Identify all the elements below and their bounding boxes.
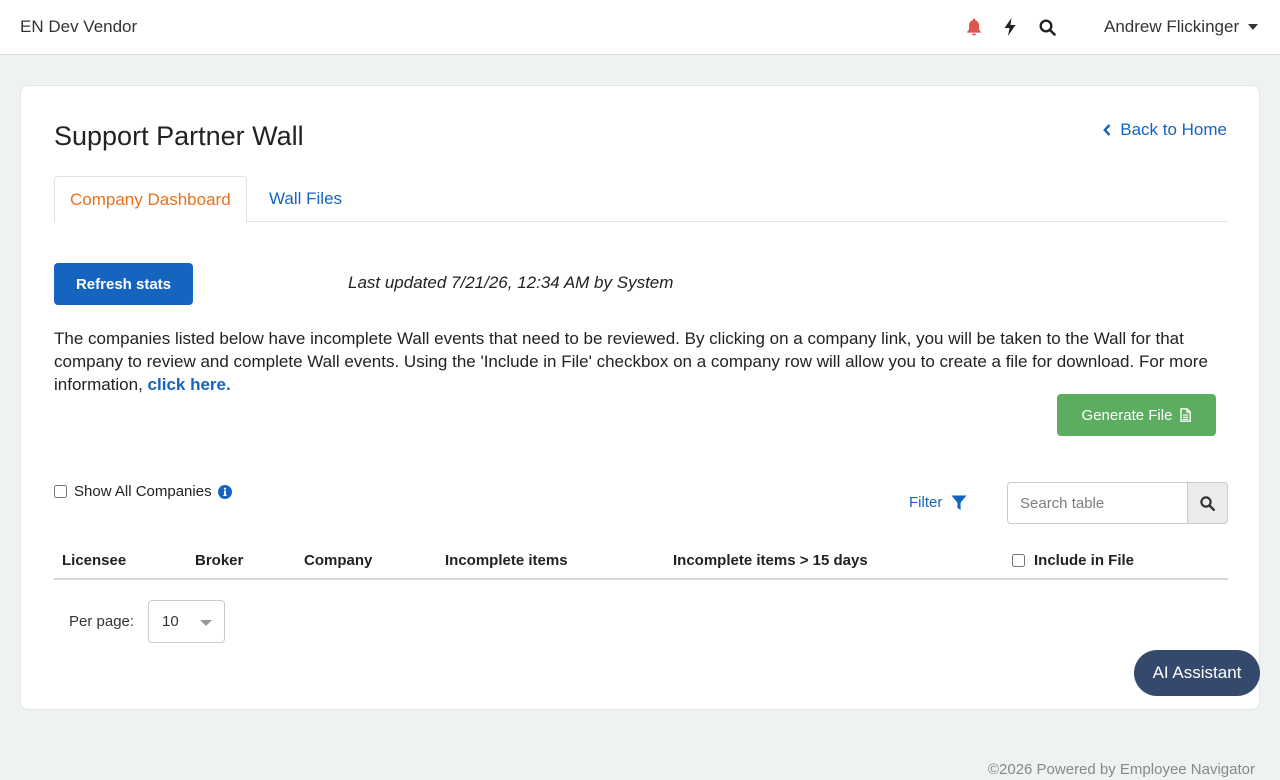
chevron-left-icon [1103,124,1111,136]
user-menu[interactable]: Andrew Flickinger [1104,17,1259,37]
column-licensee[interactable]: Licensee [62,552,126,569]
back-to-home-link[interactable]: Back to Home [1103,120,1227,140]
search-table-button[interactable] [1187,482,1228,524]
include-in-file-label: Include in File [1034,552,1135,569]
back-to-home-label: Back to Home [1120,120,1227,139]
generate-file-button[interactable]: Generate File [1057,394,1216,436]
column-broker[interactable]: Broker [195,552,243,569]
tab-wall-files[interactable]: Wall Files [254,176,357,222]
column-include-in-file: Include in File [1012,552,1134,569]
ai-assistant-button[interactable]: AI Assistant [1134,650,1260,696]
show-all-companies-label: Show All Companies [74,483,212,500]
search-icon [1200,495,1215,511]
column-incomplete-items[interactable]: Incomplete items [445,552,568,569]
bell-icon[interactable] [964,17,984,37]
dropdown-arrow-icon [200,620,212,626]
bolt-icon[interactable] [1000,17,1020,37]
refresh-stats-button[interactable]: Refresh stats [54,263,193,305]
show-all-companies: Show All Companies [54,483,232,500]
brand-name[interactable]: EN Dev Vendor [20,17,137,37]
search-icon[interactable] [1037,17,1057,37]
tab-bar: Company Dashboard Wall Files [54,176,1228,223]
tab-company-dashboard[interactable]: Company Dashboard [54,176,247,223]
click-here-link[interactable]: click here. [148,375,231,394]
search-table-input[interactable] [1007,482,1187,524]
footer-text: ©2026 Powered by Employee Navigator [987,761,1255,778]
table-header: Licensee Broker Company Incomplete items… [54,544,1228,580]
column-company[interactable]: Company [304,552,372,569]
description-text: The companies listed below have incomple… [54,327,1214,396]
user-name: Andrew Flickinger [1104,17,1240,36]
per-page-label: Per page: [69,613,135,630]
funnel-icon [951,495,967,511]
main-card: Support Partner Wall Back to Home Compan… [20,85,1260,710]
last-updated-text: Last updated 7/21/26, 12:34 AM by System [348,273,674,292]
info-icon[interactable] [217,484,232,499]
filter-label: Filter [909,494,943,511]
search-table-group [1007,482,1228,524]
file-icon [1180,408,1192,422]
top-navbar: EN Dev Vendor Andrew Flickinger [0,0,1280,55]
include-in-file-select-all-checkbox[interactable] [1012,554,1025,567]
show-all-companies-checkbox[interactable] [54,485,67,498]
page-title: Support Partner Wall [54,121,304,151]
caret-down-icon [1248,24,1259,30]
filter-button[interactable]: Filter [909,494,967,511]
column-incomplete-items-15-days[interactable]: Incomplete items > 15 days [673,552,868,569]
per-page-select[interactable]: 10 [148,600,225,643]
per-page-value: 10 [162,613,179,630]
generate-file-label: Generate File [1081,406,1173,424]
